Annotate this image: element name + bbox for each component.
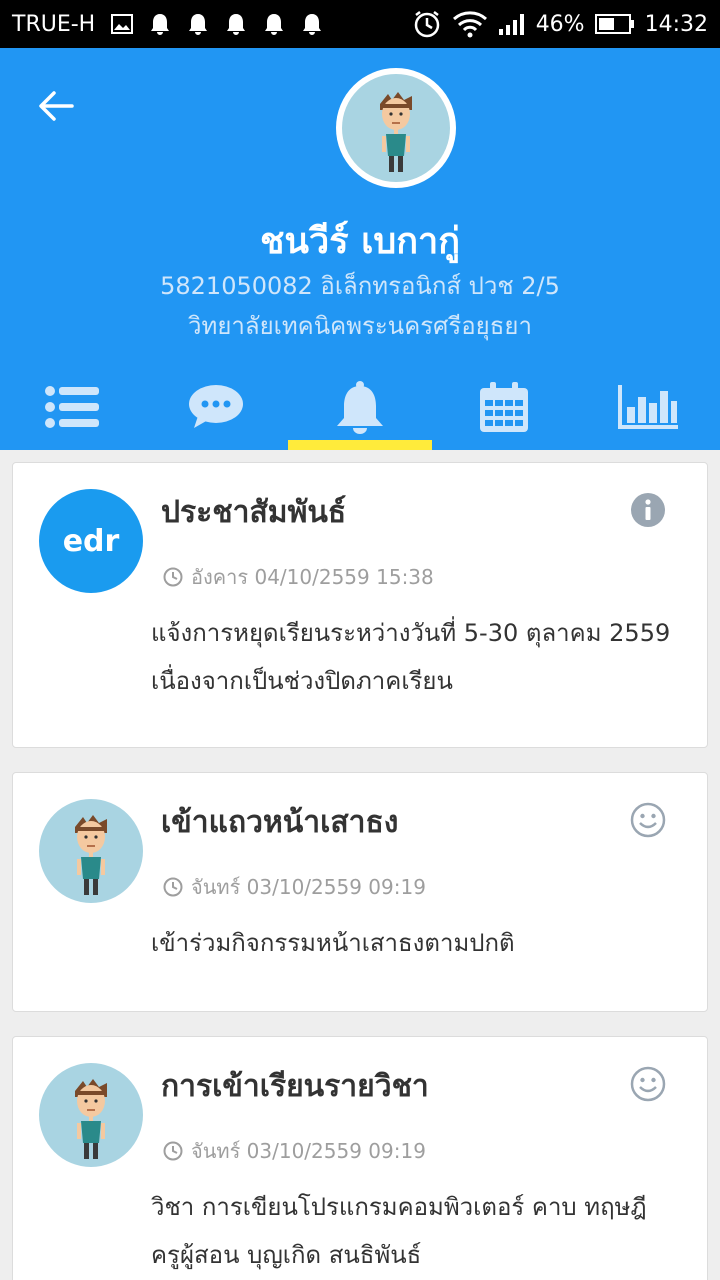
back-button[interactable] [34, 84, 78, 128]
gallery-icon [111, 14, 134, 34]
list-icon [45, 386, 99, 428]
bar-chart-icon [618, 385, 678, 429]
tab-bar [0, 364, 720, 450]
tab-calendar[interactable] [432, 364, 576, 450]
card-time-text: จันทร์ 03/10/2559 09:19 [191, 1139, 426, 1163]
calendar-icon [480, 382, 528, 432]
notification-bell-icon [301, 12, 323, 36]
tab-chat[interactable] [144, 364, 288, 450]
battery-percent: 46% [535, 11, 585, 37]
smiley-icon [630, 1066, 666, 1102]
notification-card[interactable]: เข้าแถวหน้าเสาธง จันทร์ 03/10/2559 09:19… [12, 772, 708, 1012]
arrow-left-icon [39, 91, 74, 121]
chat-icon [189, 385, 243, 428]
clock-icon [163, 877, 183, 897]
card-title: ประชาสัมพันธ์ [161, 495, 347, 530]
profile-header: ชนวีร์ เบกากู่ 5821050082 อิเล็กทรอนิกส์… [0, 48, 720, 450]
student-avatar-icon [75, 815, 107, 895]
edr-logo: edr [39, 489, 143, 593]
card-time-text: อังคาร 04/10/2559 15:38 [191, 565, 434, 589]
profile-avatar[interactable] [336, 68, 456, 188]
info-icon [631, 493, 665, 527]
student-avatar [39, 1063, 143, 1167]
status-bar: TRUE-H 46% 14:32 [0, 0, 720, 48]
notification-bell-icon [263, 12, 285, 36]
profile-school: วิทยาลัยเทคนิคพระนครศรีอยุธยา [188, 312, 532, 340]
student-avatar-icon [75, 1079, 107, 1159]
card-timestamp: อังคาร 04/10/2559 15:38 [163, 561, 434, 593]
battery-icon [594, 13, 635, 35]
reaction-button[interactable] [629, 1065, 667, 1103]
tab-list[interactable] [0, 364, 144, 450]
card-body: วิชา การเขียนโปรแกรมคอมพิวเตอร์ คาบ ทฤษฎ… [151, 1193, 647, 1269]
wifi-icon [452, 10, 488, 38]
smiley-icon [630, 802, 666, 838]
clock-time: 14:32 [644, 11, 708, 37]
student-avatar-icon [380, 92, 412, 172]
card-time-text: จันทร์ 03/10/2559 09:19 [191, 875, 426, 899]
notification-card[interactable]: การเข้าเรียนรายวิชา จันทร์ 03/10/2559 09… [12, 1036, 708, 1280]
card-title: การเข้าเรียนรายวิชา [161, 1069, 429, 1104]
notification-bell-icon [149, 12, 171, 36]
card-title: เข้าแถวหน้าเสาธง [161, 805, 399, 840]
clock-icon [163, 1141, 183, 1161]
active-tab-indicator [288, 440, 432, 450]
carrier-label: TRUE-H [12, 11, 96, 37]
alarm-icon [412, 9, 442, 39]
notification-bell-icon [187, 12, 209, 36]
student-avatar [39, 799, 143, 903]
signal-icon [498, 12, 526, 36]
tab-notifications[interactable] [288, 364, 432, 450]
card-timestamp: จันทร์ 03/10/2559 09:19 [163, 1135, 426, 1167]
card-body: เข้าร่วมกิจกรรมหน้าเสาธงตามปกติ [151, 929, 515, 957]
profile-name: ชนวีร์ เบกากู่ [259, 221, 461, 262]
tab-statistics[interactable] [576, 364, 720, 450]
profile-id-line: 5821050082 อิเล็กทรอนิกส์ ปวช 2/5 [160, 272, 560, 300]
reaction-button[interactable] [629, 801, 667, 839]
clock-icon [163, 567, 183, 587]
info-button[interactable] [629, 491, 667, 529]
notification-card[interactable]: edr ประชาสัมพันธ์ อังคาร 04/10/2559 15:3… [12, 462, 708, 748]
card-body: แจ้งการหยุดเรียนระหว่างวันที่ 5-30 ตุลาค… [151, 619, 671, 695]
card-timestamp: จันทร์ 03/10/2559 09:19 [163, 871, 426, 903]
bell-icon [337, 381, 383, 434]
notification-bell-icon [225, 12, 247, 36]
